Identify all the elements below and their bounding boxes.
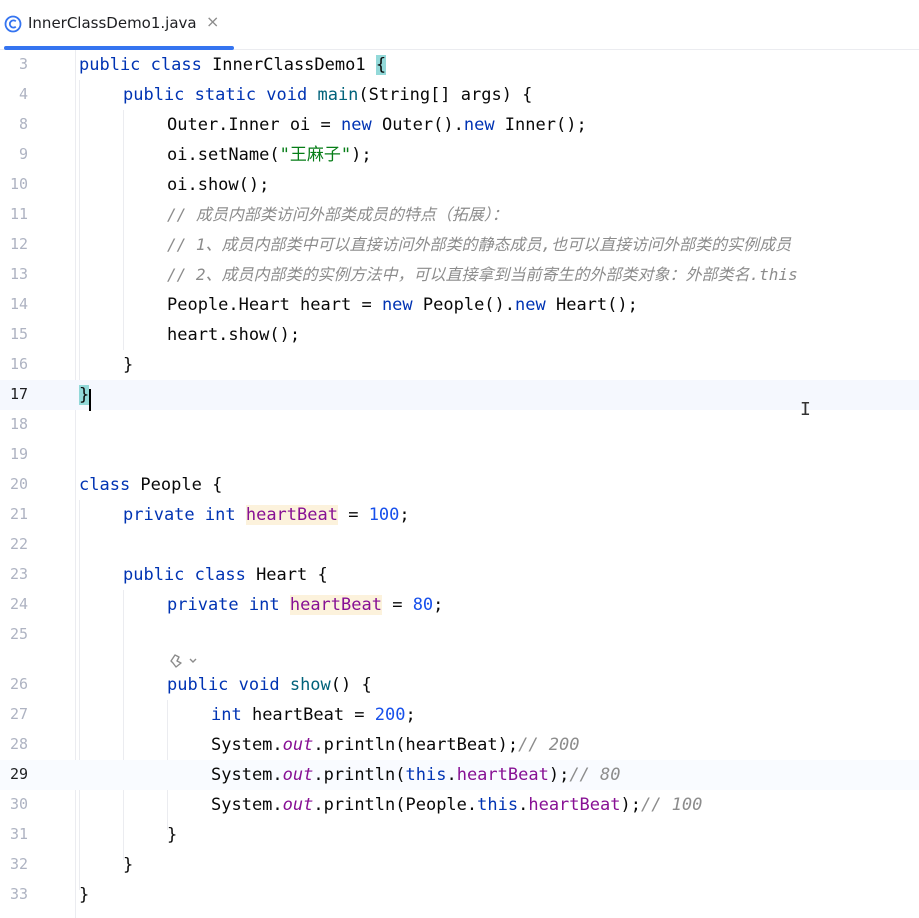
code-line[interactable]: 31 } (0, 820, 919, 850)
code-line[interactable]: 23 public class Heart { (0, 560, 919, 590)
code-text: oi.show(); (167, 175, 270, 195)
line-number: 19 (9, 445, 28, 463)
code-text: System.out.println(People.this.heartBeat… (211, 795, 703, 815)
line-number: 14 (9, 295, 28, 313)
java-class-icon (4, 15, 22, 33)
line-number: 13 (9, 265, 28, 283)
tab-label: InnerClassDemo1.java (28, 14, 197, 32)
code-line[interactable]: 26 public void show() { (0, 670, 919, 700)
code-line[interactable]: 8 Outer.Inner oi = new Outer().new Inner… (0, 110, 919, 140)
code-text: private int heartBeat = 100; (123, 505, 410, 525)
code-text: heart.show(); (167, 325, 301, 345)
code-line[interactable]: 3 public class InnerClassDemo1 { (0, 50, 919, 80)
text-cursor-icon: I (800, 399, 811, 420)
close-icon[interactable]: × (206, 12, 219, 31)
code-text: public static void main(String[] args) { (123, 85, 533, 105)
code-text: } (79, 885, 90, 905)
text-caret (89, 389, 91, 411)
code-line[interactable]: 33 } (0, 880, 919, 910)
code-comment: // 成员内部类访问外部类成员的特点（拓展）： (167, 205, 508, 224)
line-number: 8 (18, 115, 28, 133)
line-number: 20 (9, 475, 28, 493)
code-text: class People { (79, 475, 223, 495)
code-text: public class InnerClassDemo1 { (79, 55, 387, 75)
code-line[interactable]: 14 People.Heart heart = new People().new… (0, 290, 919, 320)
line-number: 21 (9, 505, 28, 523)
line-number: 12 (9, 235, 28, 253)
ai-assistant-icon[interactable] (167, 651, 197, 671)
code-line-current[interactable]: 17 } (0, 380, 919, 410)
code-text: } (123, 355, 134, 375)
code-text: } (167, 825, 178, 845)
code-line[interactable]: 29 System.out.println(this.heartBeat);//… (0, 760, 919, 790)
code-line[interactable]: 9 oi.setName("王麻子"); (0, 140, 919, 170)
code-text: System.out.println(heartBeat);// 200 (211, 735, 580, 755)
code-line[interactable]: 11 // 成员内部类访问外部类成员的特点（拓展）： (0, 200, 919, 230)
code-text: } (123, 855, 134, 875)
code-line[interactable]: 16 } (0, 350, 919, 380)
code-line[interactable]: 30 System.out.println(People.this.heartB… (0, 790, 919, 820)
tab-inner-class-demo1[interactable]: InnerClassDemo1.java × (0, 0, 234, 50)
code-comment: // 1、成员内部类中可以直接访问外部类的静态成员,也可以直接访问外部类的实例成… (167, 235, 792, 254)
code-line[interactable]: 18 (0, 410, 919, 440)
code-text: public void show() { (167, 675, 372, 695)
code-line[interactable]: 32 } (0, 850, 919, 880)
editor-tab-bar: InnerClassDemo1.java × (0, 0, 919, 50)
code-text: int heartBeat = 200; (211, 705, 416, 725)
code-line[interactable]: 24 private int heartBeat = 80; (0, 590, 919, 620)
code-text: } (79, 384, 90, 406)
line-number: 29 (9, 765, 28, 783)
code-line[interactable]: 19 (0, 440, 919, 470)
code-line[interactable]: 21 private int heartBeat = 100; (0, 500, 919, 530)
line-number: 26 (9, 675, 28, 693)
line-number: 3 (18, 55, 28, 73)
line-number: 9 (18, 145, 28, 163)
code-line[interactable]: 4 public static void main(String[] args)… (0, 80, 919, 110)
code-line[interactable]: 10 oi.show(); (0, 170, 919, 200)
line-number: 24 (9, 595, 28, 613)
line-number: 30 (9, 795, 28, 813)
line-number: 18 (9, 415, 28, 433)
matched-brace: { (375, 55, 387, 75)
code-editor[interactable]: 3 public class InnerClassDemo1 { 4 publi… (0, 50, 919, 918)
code-text: System.out.println(this.heartBeat);// 80 (211, 765, 621, 785)
code-line[interactable]: 25 (0, 620, 919, 650)
line-number: 22 (9, 535, 28, 553)
code-text: Outer.Inner oi = new Outer().new Inner()… (167, 115, 587, 135)
line-number: 25 (9, 625, 28, 643)
line-number: 15 (9, 325, 28, 343)
line-number: 17 (9, 385, 28, 403)
code-line[interactable]: 13 // 2、成员内部类的实例方法中，可以直接拿到当前寄生的外部类对象：外部类… (0, 260, 919, 290)
line-number: 32 (9, 855, 28, 873)
line-number: 10 (9, 175, 28, 193)
line-number: 33 (9, 885, 28, 903)
code-text: People.Heart heart = new People().new He… (167, 295, 638, 315)
code-line[interactable]: 12 // 1、成员内部类中可以直接访问外部类的静态成员,也可以直接访问外部类的… (0, 230, 919, 260)
code-text: oi.setName("王麻子"); (167, 145, 372, 165)
line-number: 4 (18, 85, 28, 103)
code-line[interactable]: 22 (0, 530, 919, 560)
line-number: 31 (9, 825, 28, 843)
code-line[interactable]: 27 int heartBeat = 200; (0, 700, 919, 730)
code-text: public class Heart { (123, 565, 328, 585)
line-number: 11 (9, 205, 28, 223)
code-line[interactable]: 20 class People { (0, 470, 919, 500)
line-number: 16 (9, 355, 28, 373)
matched-brace: } (79, 385, 90, 405)
line-number: 28 (9, 735, 28, 753)
code-line[interactable]: 15 heart.show(); (0, 320, 919, 350)
code-comment: // 2、成员内部类的实例方法中，可以直接拿到当前寄生的外部类对象：外部类名.t… (167, 265, 798, 284)
line-number: 27 (9, 705, 28, 723)
line-number: 23 (9, 565, 28, 583)
code-text: private int heartBeat = 80; (167, 595, 444, 615)
code-line[interactable]: 28 System.out.println(heartBeat);// 200 (0, 730, 919, 760)
